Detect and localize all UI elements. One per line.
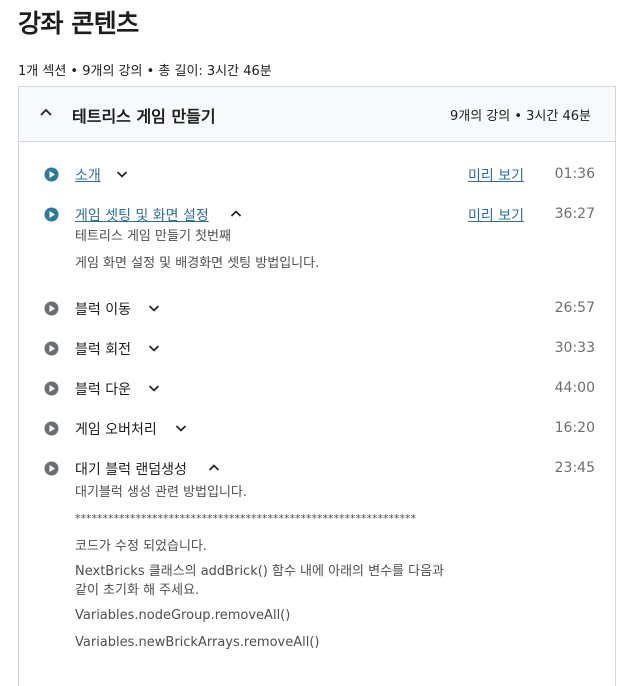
lecture-duration: 30:33 [554, 340, 595, 356]
lecture-title-link[interactable]: 게임 셋팅 및 화면 설정 [75, 205, 209, 225]
play-circle-icon [44, 421, 59, 436]
play-circle-icon [44, 461, 59, 476]
description-line: Variables.nodeGroup.removeAll() [75, 608, 291, 623]
course-summary: 1개 섹션 • 9개의 강의 • 총 길이: 3시간 46분 [18, 64, 272, 79]
lecture-title: 블럭 이동 [75, 302, 131, 318]
play-circle-icon [44, 341, 59, 356]
description-separator: ****************************************… [75, 512, 416, 525]
section-title: 테트리스 게임 만들기 [72, 107, 216, 126]
expand-toggle[interactable] [143, 337, 165, 359]
chevron-down-icon [148, 345, 160, 352]
description-line: 같이 초기화 해 주세요. [75, 583, 200, 598]
lecture-title: 대기 블럭 랜덤생성 [75, 462, 187, 478]
preview-link[interactable]: 미리 보기 [468, 205, 524, 225]
description-line: 게임 화면 설정 및 배경화면 셋팅 방법입니다. [75, 256, 320, 271]
description-line: Variables.newBrickArrays.removeAll() [75, 635, 320, 650]
chevron-up-icon [208, 464, 220, 471]
page-title: 강좌 콘텐츠 [18, 9, 139, 38]
play-circle-icon [44, 381, 59, 396]
collapse-toggle[interactable] [225, 203, 247, 225]
section-header[interactable]: 테트리스 게임 만들기 9개의 강의 • 3시간 46분 [19, 87, 615, 142]
section-meta: 9개의 강의 • 3시간 46분 [449, 109, 591, 124]
play-circle-icon [44, 167, 59, 182]
description-line: 대기블럭 생성 관련 방법입니다. [75, 485, 248, 500]
expand-toggle[interactable] [170, 417, 192, 439]
chevron-down-icon [148, 305, 160, 312]
description-line: NextBricks 클래스의 addBrick() 함수 내에 아래의 변수를… [75, 564, 445, 579]
chevron-down-icon [116, 171, 128, 178]
chevron-down-icon [148, 385, 160, 392]
chevron-up-icon [230, 210, 242, 217]
lecture-description: 대기블럭 생성 관련 방법입니다. **********************… [75, 481, 444, 654]
description-line: 코드가 수정 되었습니다. [75, 539, 207, 554]
play-circle-icon [44, 207, 59, 222]
collapse-toggle[interactable] [203, 457, 225, 479]
expand-toggle[interactable] [143, 297, 165, 319]
lecture-duration: 16:20 [554, 420, 595, 436]
chevron-up-icon[interactable] [39, 106, 53, 120]
lecture-duration: 36:27 [554, 206, 595, 222]
lecture-duration: 01:36 [554, 166, 595, 182]
lecture-title-link[interactable]: 소개 [75, 165, 101, 185]
expand-toggle[interactable] [143, 377, 165, 399]
preview-link[interactable]: 미리 보기 [468, 165, 524, 185]
lecture-duration: 44:00 [554, 380, 595, 396]
lecture-title: 게임 오버처리 [75, 422, 157, 438]
lecture-description: 테트리스 게임 만들기 첫번째 게임 화면 설정 및 배경화면 셋팅 방법입니다… [75, 225, 319, 275]
description-line: 테트리스 게임 만들기 첫번째 [75, 229, 231, 244]
chevron-down-icon [175, 425, 187, 432]
course-section: 테트리스 게임 만들기 9개의 강의 • 3시간 46분 소개 미리 보기 01… [18, 86, 616, 686]
lecture-title: 블럭 회전 [75, 342, 131, 358]
expand-toggle[interactable] [111, 163, 133, 185]
lecture-title: 블럭 다운 [75, 382, 131, 398]
lecture-duration: 26:57 [554, 300, 595, 316]
lecture-duration: 23:45 [554, 460, 595, 476]
play-circle-icon [44, 301, 59, 316]
